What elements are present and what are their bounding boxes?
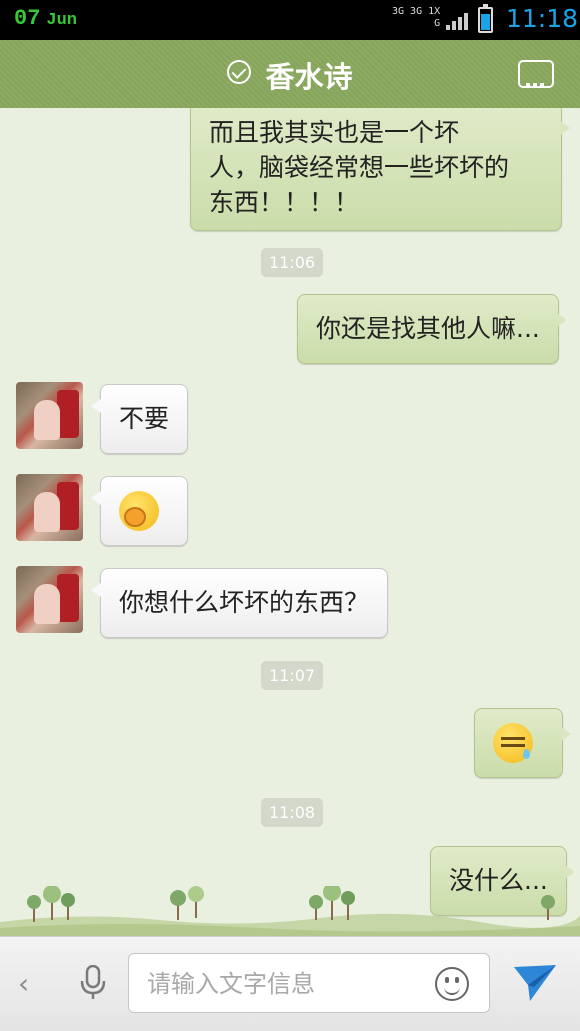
message-bubble-outgoing[interactable]: 你还是找其他人嘛... (297, 294, 567, 364)
message-bubble-incoming[interactable] (91, 476, 188, 546)
message-line: 你想什么坏坏的东西？ (119, 588, 370, 617)
emoji-picker-icon[interactable] (435, 967, 469, 1001)
back-arrow-button[interactable]: ‹ (18, 967, 29, 1000)
status-date: 07 Jun (14, 6, 77, 31)
message-text-field[interactable] (128, 953, 490, 1013)
send-arrow-button[interactable] (512, 961, 558, 1003)
signal-strength-icon (446, 12, 470, 30)
network-indicator: 3G 3G 1X G (392, 7, 440, 29)
message-timestamp: 11:07 (261, 661, 324, 690)
message-input-bar: ‹ (0, 936, 580, 1031)
message-bubble-outgoing[interactable] (474, 708, 571, 778)
message-line: 你还是找其他人嘛... (316, 314, 540, 343)
message-bubble-incoming[interactable]: 不要 (90, 384, 189, 454)
landscape-decoration (0, 886, 580, 936)
annoyed-sweat-emoji-icon (493, 723, 533, 763)
status-bar: 07 Jun 3G 3G 1X G 11:18 (0, 0, 580, 40)
network-type-label: 3G 3G 1X (392, 6, 441, 17)
status-month: Jun (46, 11, 78, 30)
contact-avatar[interactable] (16, 382, 83, 449)
yawn-emoji-icon (119, 491, 159, 531)
microphone-icon[interactable] (80, 965, 106, 1001)
chat-header: 香水诗 (0, 40, 580, 114)
contact-avatar[interactable] (16, 566, 83, 633)
message-timestamp: 11:08 (261, 798, 324, 827)
message-line: 东西！！！！ (209, 188, 360, 217)
more-menu-button[interactable] (518, 60, 554, 88)
status-time: 11:18 (506, 4, 579, 33)
message-line: 不要 (119, 404, 170, 433)
message-bubble-incoming[interactable]: 你想什么坏坏的东西？ (90, 568, 389, 638)
chat-title: 香水诗 (265, 60, 353, 94)
message-line: 人，脑袋经常想一些坏坏的 (209, 153, 510, 182)
contact-avatar[interactable] (16, 474, 83, 541)
network-sub-label: G (434, 18, 441, 29)
chat-area[interactable]: 而且我其实也是一个坏 人，脑袋经常想一些坏坏的 东西！！！！ 11:06 你还是… (0, 108, 580, 936)
message-timestamp: 11:06 (261, 248, 324, 277)
message-input[interactable] (147, 966, 417, 1002)
message-line: 而且我其实也是一个坏 (209, 118, 460, 147)
status-day: 07 (14, 6, 41, 31)
more-dots-icon (526, 72, 547, 91)
message-bubble-outgoing[interactable]: 而且我其实也是一个坏 人，脑袋经常想一些坏坏的 东西！！！！ (190, 108, 570, 231)
battery-icon (478, 4, 493, 33)
chat-title-group[interactable]: 香水诗 (0, 54, 580, 96)
check-circle-icon (227, 60, 252, 84)
